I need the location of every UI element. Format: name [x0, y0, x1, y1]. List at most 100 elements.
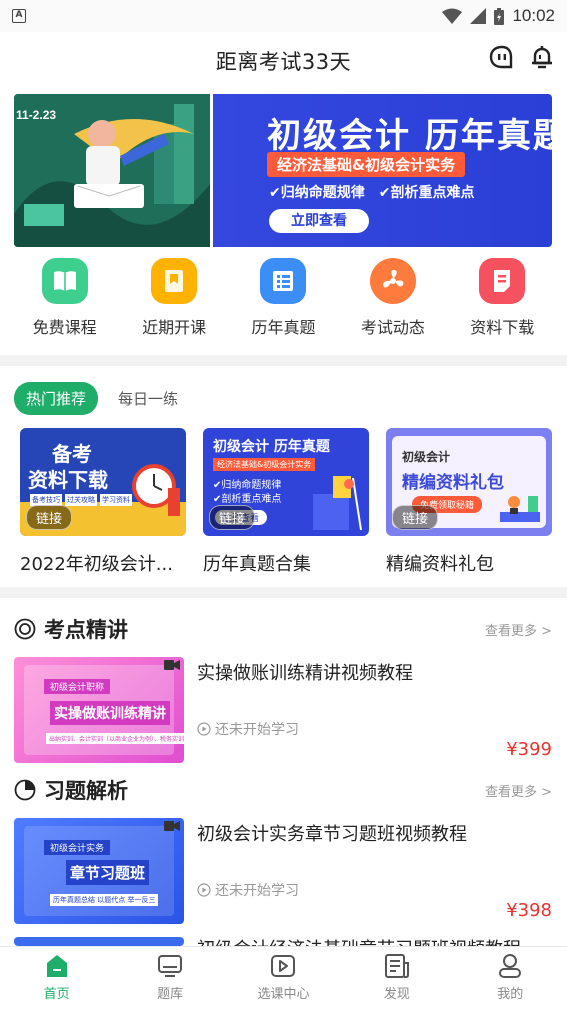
course-title: 初级会计实务章节习题班视频教程 — [197, 824, 467, 845]
nav-course-center[interactable]: 选课中心 — [238, 947, 328, 1009]
battery-icon — [494, 7, 505, 25]
thumb-title: 备考 — [52, 442, 92, 466]
recommend-thumbnail: 初级会计 历年真题 经济法基础&初级会计实务 ✔归纳命题规律 ✔剖析重点难点 立… — [203, 428, 369, 536]
nav-label: 题库 — [157, 987, 184, 1002]
nav-profile[interactable]: 我的 — [465, 947, 555, 1009]
thumb-tag: 初级会计职称 — [44, 679, 111, 694]
banner-illustration: 11-2.23 — [14, 94, 210, 247]
course-item[interactable]: 初级会计经济法基础章节习题班视频教程 — [14, 937, 552, 946]
nav-label: 首页 — [43, 987, 70, 1002]
section-divider — [0, 355, 567, 366]
document-icon — [479, 258, 526, 304]
banner-bullet: ✔剖析重点难点 — [378, 185, 475, 201]
link-tag: 链接 — [392, 505, 439, 530]
section-title: 习题解析 — [44, 779, 128, 803]
category-free-courses[interactable]: 免费课程 — [15, 258, 115, 348]
banner-view-button[interactable]: 立即查看 — [269, 209, 369, 233]
section-divider — [0, 587, 567, 598]
category-label: 资料下载 — [470, 318, 535, 337]
banner-subtitle: 经济法基础&初级会计实务 — [267, 152, 466, 177]
section-header-key-points: 考点精讲 查看更多 > — [14, 614, 552, 644]
category-past-exams[interactable]: 历年真题 — [233, 258, 333, 348]
thumb-title: 初级会计 历年真题 — [213, 439, 330, 455]
thumb-title: 精编资料礼包 — [402, 473, 504, 493]
promo-banner[interactable]: 11-2.23 初级会计 历年真题 经济法基础&初级会计实务 ✔归纳命题规律 ✔… — [14, 94, 552, 247]
course-price: ¥398 — [506, 900, 552, 921]
category-upcoming[interactable]: 近期开课 — [124, 258, 224, 348]
tab-hot-recommend[interactable]: 热门推荐 — [14, 382, 99, 415]
course-status-text: 还未开始学习 — [215, 722, 299, 738]
clock: 10:02 — [512, 6, 555, 25]
see-more-link[interactable]: 查看更多 > — [485, 781, 552, 800]
video-camera-icon — [164, 821, 180, 831]
recommend-title: 精编资料礼包 — [386, 554, 494, 575]
nav-label: 选课中心 — [257, 987, 310, 1002]
user-icon — [499, 954, 522, 978]
course-thumbnail: 初级会计实务 章节习题班 历年真题总结 以题代点 举一反三 — [14, 818, 184, 924]
nav-label: 我的 — [497, 987, 524, 1002]
calendar-icon — [151, 258, 198, 304]
category-label: 考试动态 — [360, 318, 425, 337]
recommend-thumbnail: 备考 资料下载 备考技巧 过关攻略 学习资料 链接 — [20, 428, 186, 536]
news-icon — [384, 954, 409, 978]
course-status: 还未开始学习 — [197, 880, 299, 900]
thumb-bullet: ✔归纳命题规律 — [213, 480, 282, 491]
target-circle-icon — [14, 618, 36, 640]
course-status: 还未开始学习 — [197, 719, 299, 739]
signal-icon — [470, 8, 487, 24]
tab-daily-practice[interactable]: 每日一练 — [118, 388, 178, 409]
link-tag: 链接 — [26, 505, 73, 530]
nav-question-bank[interactable]: 题库 — [125, 947, 215, 1009]
clock-illustration-icon — [132, 464, 180, 516]
thumb-title: 章节习题班 — [66, 860, 150, 885]
bell-icon[interactable] — [529, 45, 555, 71]
thumb-footnote: 历年真题总结 以题代点 举一反三 — [50, 894, 159, 906]
thumb-title: 初级会计 — [402, 450, 451, 464]
course-thumbnail: 初级会计职称 实操做账训练精讲 出纳实训、会计实训（以商业企业为例）、税务实训 — [14, 657, 184, 763]
thumb-subtitle: 经济法基础&初级会计实务 — [213, 458, 316, 471]
video-camera-icon — [164, 660, 180, 670]
see-more-link[interactable]: 查看更多 > — [485, 620, 552, 639]
gift-illustration-icon — [500, 496, 540, 522]
book-icon — [41, 258, 88, 304]
page-title: 距离考试33天 — [215, 50, 352, 74]
list-icon — [260, 258, 307, 304]
bottom-navigation: 首页 题库 选课中心 发现 我的 — [0, 946, 567, 1009]
thumb-footnote: 出纳实训、会计实训（以商业企业为例）、税务实训 — [46, 733, 184, 744]
recommend-title: 2022年初级会计... — [20, 554, 173, 575]
course-item[interactable]: 初级会计职称 实操做账训练精讲 出纳实训、会计实训（以商业企业为例）、税务实训 … — [14, 657, 552, 763]
thumb-tag: 初级会计实务 — [44, 840, 111, 855]
status-bar: A 10:02 — [0, 0, 567, 32]
recommend-thumbnail: 初级会计 精编资料礼包 免费领取秘籍 链接 — [386, 428, 552, 536]
recommend-card[interactable]: 初级会计 历年真题 经济法基础&初级会计实务 ✔归纳命题规律 ✔剖析重点难点 立… — [203, 428, 369, 576]
banner-title: 初级会计 历年真题 — [267, 116, 552, 156]
course-item[interactable]: 初级会计实务 章节习题班 历年真题总结 以题代点 举一反三 初级会计实务章节习题… — [14, 818, 552, 924]
nav-home[interactable]: 首页 — [12, 947, 102, 1009]
recommend-card[interactable]: 备考 资料下载 备考技巧 过关攻略 学习资料 链接 2022年初级会计... — [20, 428, 186, 576]
nav-discover[interactable]: 发现 — [352, 947, 442, 1009]
category-downloads[interactable]: 资料下载 — [452, 258, 552, 348]
course-price: ¥399 — [506, 739, 552, 760]
play-box-icon — [271, 955, 296, 977]
course-thumbnail — [14, 937, 184, 946]
play-circle-icon — [197, 883, 211, 897]
banner-date-tag: 11-2.23 — [16, 108, 57, 122]
category-label: 近期开课 — [142, 318, 207, 337]
banner-bullet: ✔归纳命题规律 — [269, 185, 365, 201]
nav-label: 发现 — [383, 987, 410, 1002]
play-circle-icon — [197, 722, 211, 736]
home-icon — [46, 955, 67, 977]
course-status-text: 还未开始学习 — [215, 883, 299, 899]
fan-icon — [369, 258, 416, 304]
app-notification-icon: A — [12, 9, 26, 23]
section-title: 考点精讲 — [44, 618, 128, 642]
course-title: 初级会计经济法基础章节习题班视频教程 — [197, 937, 521, 946]
recommend-list: 备考 资料下载 备考技巧 过关攻略 学习资料 链接 2022年初级会计... 初… — [20, 428, 567, 576]
ladder-illustration-icon — [313, 476, 362, 531]
category-grid: 免费课程 近期开课 历年真题 考试动态 资料下载 — [0, 258, 567, 348]
chat-robot-icon[interactable] — [489, 45, 515, 71]
recommend-tabs: 热门推荐 每日一练 — [14, 382, 178, 415]
category-label: 免费课程 — [32, 318, 97, 337]
recommend-card[interactable]: 初级会计 精编资料礼包 免费领取秘籍 链接 精编资料礼包 — [386, 428, 552, 576]
category-exam-news[interactable]: 考试动态 — [343, 258, 443, 348]
